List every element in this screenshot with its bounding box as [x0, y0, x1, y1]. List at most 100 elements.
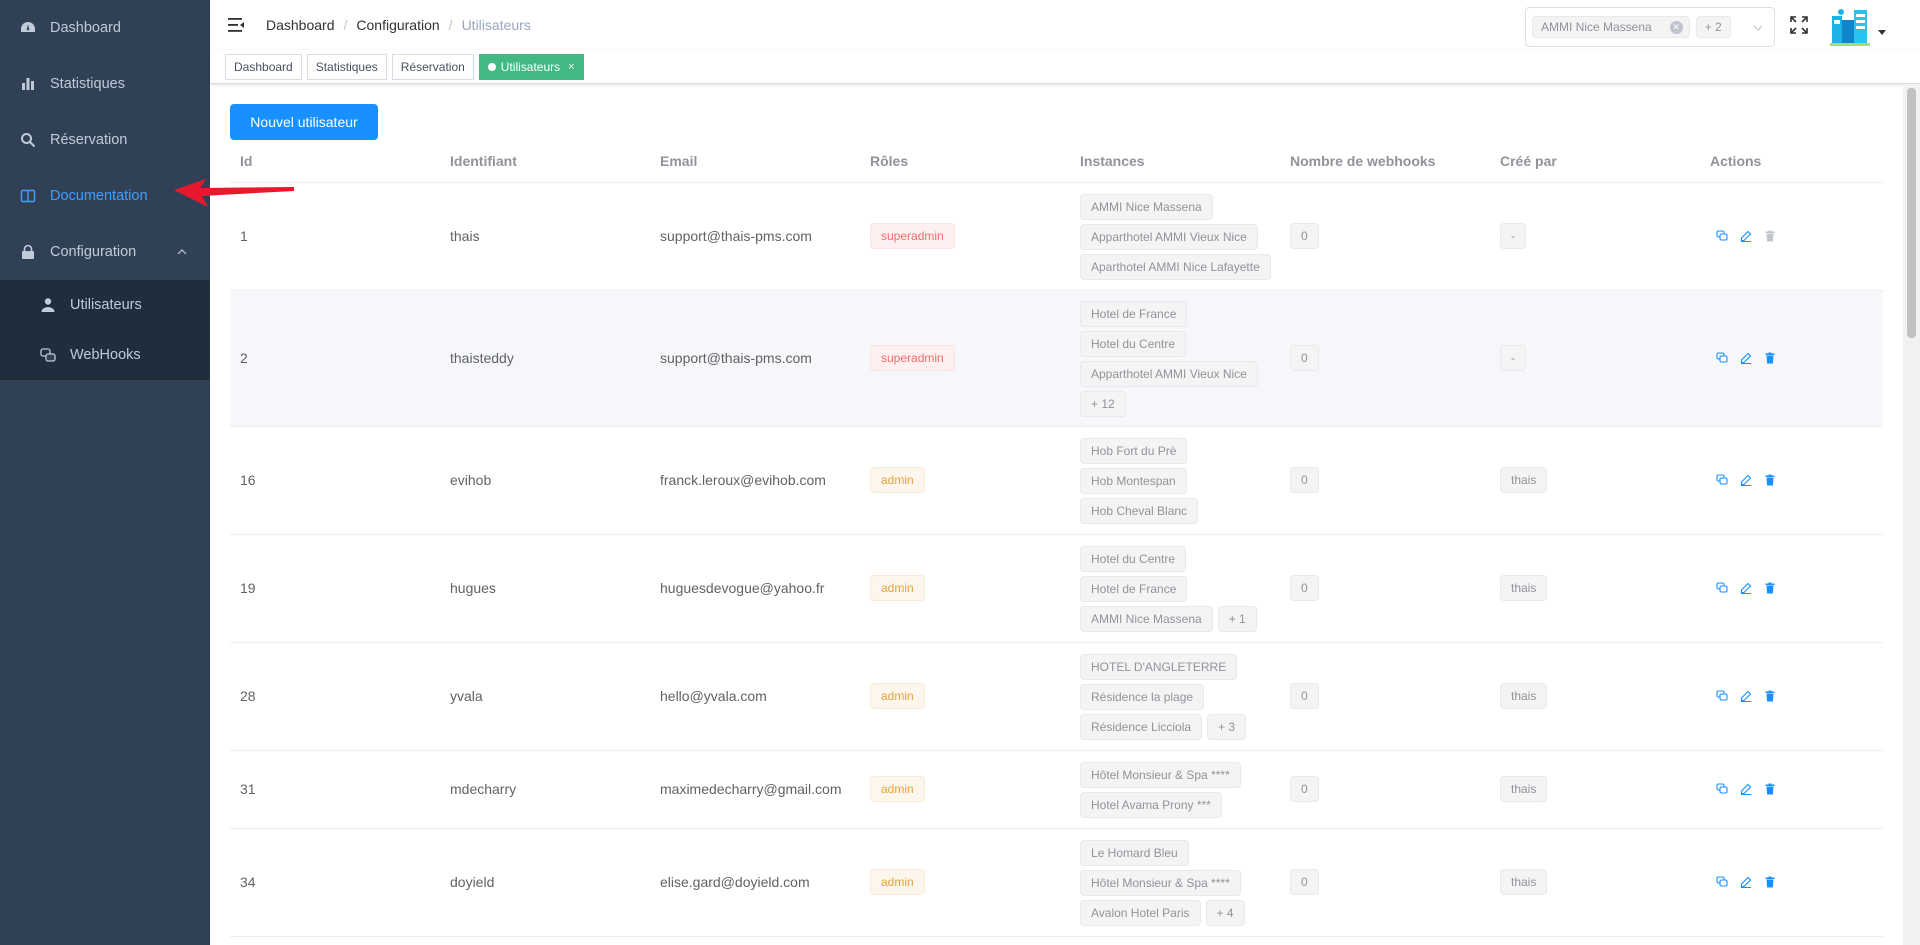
table-row[interactable]: 19 hugues huguesdevogue@yahoo.fr admin H…: [230, 534, 1883, 643]
breadcrumb-item[interactable]: Dashboard: [266, 17, 335, 33]
sidebar-item-utilisateurs[interactable]: Utilisateurs: [0, 280, 210, 330]
edit-icon[interactable]: [1740, 582, 1752, 594]
delete-icon[interactable]: [1764, 876, 1776, 888]
avatar[interactable]: [1830, 6, 1870, 46]
chat-icon: [40, 347, 56, 363]
chevron-down-icon[interactable]: [1752, 21, 1764, 33]
column-header-created-by[interactable]: Créé par: [1490, 140, 1700, 183]
instance-tag: Hotel de France: [1080, 576, 1188, 602]
instance-row: AMMI Nice Massena + 1: [1080, 604, 1280, 634]
column-header-roles[interactable]: Rôles: [860, 140, 1070, 183]
instance-tag: + 3: [1207, 714, 1247, 740]
cell-actions: [1700, 828, 1883, 937]
instance-tag: Résidence Licciola: [1080, 714, 1203, 740]
tags-view-item-dashboard[interactable]: Dashboard: [225, 53, 302, 80]
copy-icon[interactable]: [1716, 582, 1728, 594]
configuration-submenu: Utilisateurs WebHooks: [0, 280, 210, 380]
instance-row: Hotel du Centre: [1080, 544, 1280, 574]
breadcrumb-separator: /: [448, 17, 453, 33]
edit-icon[interactable]: [1740, 230, 1752, 242]
instance-row: Apparthotel AMMI Vieux Nice: [1080, 359, 1280, 389]
table-row[interactable]: 28 yvala hello@yvala.com admin HOTEL D'A…: [230, 642, 1883, 751]
column-header-identifiant[interactable]: Identifiant: [440, 140, 650, 183]
close-icon[interactable]: ×: [568, 61, 574, 73]
table-row[interactable]: 1 thais support@thais-pms.com superadmin…: [230, 182, 1883, 291]
instance-tag: Hob Montespan: [1080, 468, 1187, 494]
scrollbar[interactable]: [1903, 84, 1920, 945]
fullscreen-icon[interactable]: [1790, 16, 1808, 34]
copy-icon[interactable]: [1716, 352, 1728, 364]
close-icon[interactable]: ✕: [1669, 20, 1683, 34]
cell-instances: Le Homard Bleu Hôtel Monsieur & Spa **** A…: [1070, 828, 1280, 937]
copy-icon[interactable]: [1716, 474, 1728, 486]
cell-actions: [1700, 290, 1883, 427]
tags-view: Dashboard Statistiques Réservation Utili…: [210, 50, 1920, 84]
user-email: elise.gard@doyield.com: [660, 874, 810, 890]
sidebar-item-dashboard[interactable]: Dashboard: [0, 0, 210, 56]
users-table: Id Identifiant Email Rôles Instances Nom…: [230, 140, 1883, 937]
cell-role: admin: [860, 750, 1070, 829]
column-header-id[interactable]: Id: [230, 140, 440, 183]
delete-icon[interactable]: [1764, 783, 1776, 795]
column-header-webhooks[interactable]: Nombre de webhooks: [1280, 140, 1490, 183]
delete-icon[interactable]: [1764, 352, 1776, 364]
tags-view-item-reservation[interactable]: Réservation: [391, 53, 474, 80]
row-actions: [1710, 876, 1883, 888]
tag-label: Utilisateurs: [500, 59, 561, 74]
caret-down-icon[interactable]: [1878, 30, 1886, 35]
copy-icon[interactable]: [1716, 783, 1728, 795]
cell-instances: Hotel de France Hotel du Centre Apparthote…: [1070, 290, 1280, 427]
table-row[interactable]: 16 evihob franck.leroux@evihob.com admin…: [230, 426, 1883, 535]
hotel-select[interactable]: AMMI Nice Massena ✕ + 2: [1525, 7, 1775, 47]
instance-row: Hotel de France: [1080, 299, 1280, 329]
tags-view-item-utilisateurs[interactable]: Utilisateurs ×: [478, 53, 584, 80]
instance-row: Hôtel Monsieur & Spa ****: [1080, 868, 1280, 898]
table-row[interactable]: 31 mdecharry maximedecharry@gmail.com ad…: [230, 750, 1883, 829]
cell-instances: Hob Fort du Prè Hob Montespan Hob Cheval B…: [1070, 426, 1280, 535]
edit-icon[interactable]: [1740, 783, 1752, 795]
edit-icon[interactable]: [1740, 876, 1752, 888]
instance-tag: Aparthotel AMMI Nice Lafayette: [1080, 254, 1271, 280]
cell-id: 31: [230, 750, 440, 829]
copy-icon[interactable]: [1716, 690, 1728, 702]
breadcrumb-item[interactable]: Configuration: [356, 17, 439, 33]
cell-webhooks: 0: [1280, 182, 1490, 291]
instance-row: Le Homard Bleu: [1080, 838, 1280, 868]
new-user-button[interactable]: Nouvel utilisateur: [230, 104, 378, 140]
role-tag: admin: [870, 575, 925, 601]
sidebar-item-label: Réservation: [50, 132, 128, 148]
edit-icon[interactable]: [1740, 690, 1752, 702]
column-header-instances[interactable]: Instances: [1070, 140, 1280, 183]
copy-icon[interactable]: [1716, 230, 1728, 242]
user-email: support@thais-pms.com: [660, 228, 812, 244]
cell-created-by: -: [1490, 290, 1700, 427]
cell-email: hello@yvala.com: [650, 642, 860, 751]
cell-created-by: thais: [1490, 426, 1700, 535]
delete-icon[interactable]: [1764, 690, 1776, 702]
cell-created-by: thais: [1490, 828, 1700, 937]
instances-list: AMMI Nice Massena Apparthotel AMMI Vieux …: [1080, 186, 1280, 286]
copy-icon[interactable]: [1716, 876, 1728, 888]
cell-identifiant: thaisteddy: [440, 290, 650, 427]
sidebar-item-statistiques[interactable]: Statistiques: [0, 56, 210, 112]
table-row[interactable]: 34 doyield elise.gard@doyield.com admin …: [230, 828, 1883, 937]
table-row[interactable]: 2 thaisteddy support@thais-pms.com super…: [230, 290, 1883, 427]
cell-webhooks: 0: [1280, 426, 1490, 535]
tags-view-item-statistiques[interactable]: Statistiques: [306, 53, 387, 80]
delete-icon[interactable]: [1764, 582, 1776, 594]
hamburger-icon[interactable]: [226, 15, 246, 35]
sidebar-item-webhooks[interactable]: WebHooks: [0, 330, 210, 380]
delete-icon[interactable]: [1764, 474, 1776, 486]
cell-email: huguesdevogue@yahoo.fr: [650, 534, 860, 643]
edit-icon[interactable]: [1740, 474, 1752, 486]
scrollbar-thumb[interactable]: [1907, 88, 1916, 338]
sidebar-item-configuration[interactable]: Configuration: [0, 224, 210, 280]
sidebar-item-reservation[interactable]: Réservation: [0, 112, 210, 168]
dashboard-icon: [20, 20, 36, 36]
edit-icon[interactable]: [1740, 352, 1752, 364]
user-id: 34: [240, 874, 256, 890]
cell-role: admin: [860, 534, 1070, 643]
column-header-email[interactable]: Email: [650, 140, 860, 183]
delete-icon[interactable]: [1764, 230, 1776, 242]
sidebar-item-documentation[interactable]: Documentation: [0, 168, 210, 224]
